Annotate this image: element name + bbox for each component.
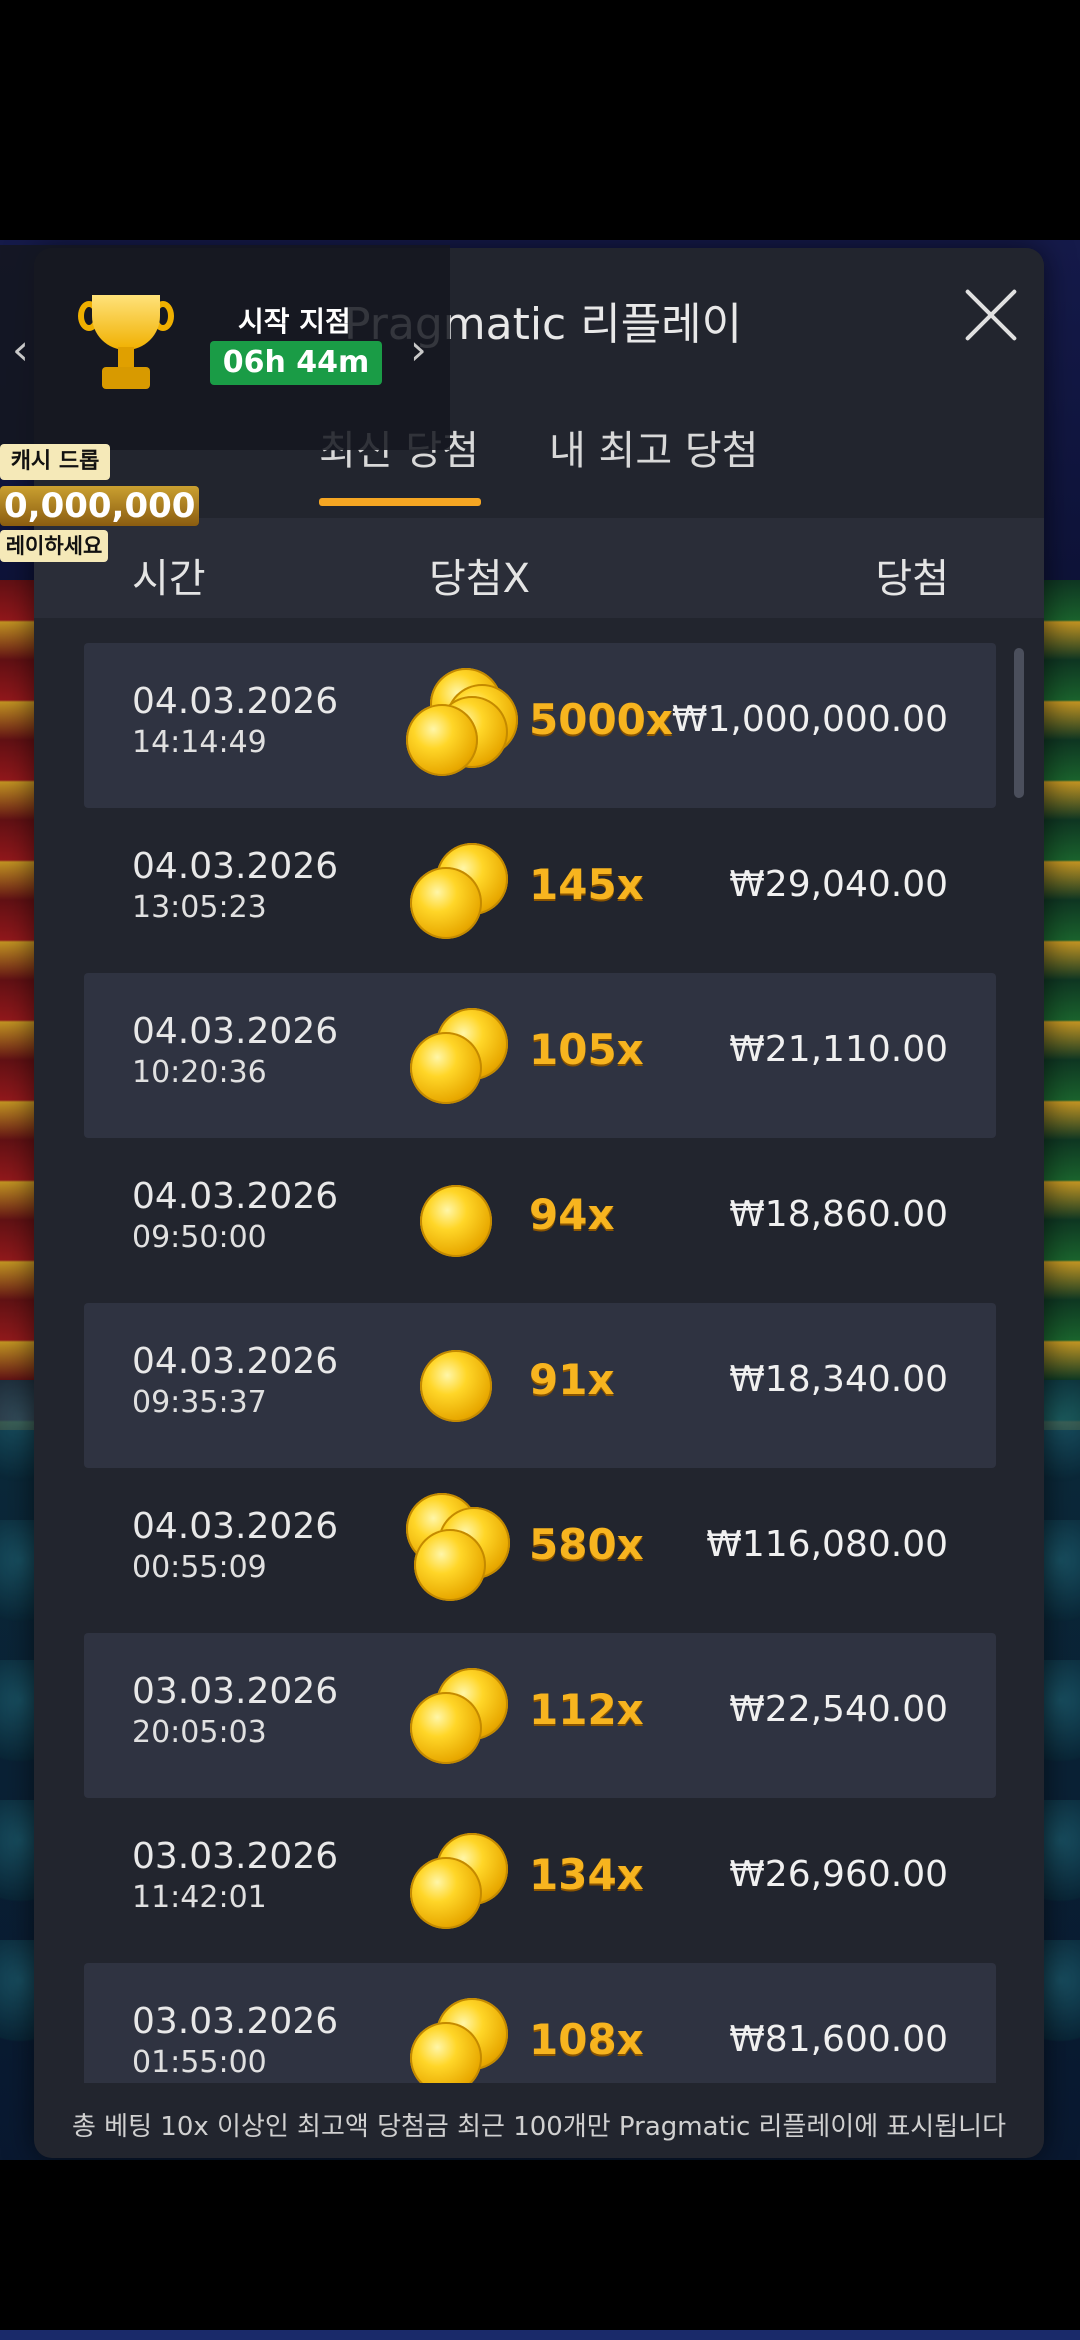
win-time: 11:42:01 xyxy=(132,1880,267,1915)
coin-stack-icon xyxy=(406,1823,516,1938)
win-multiplier: 91x xyxy=(529,1355,615,1404)
win-time: 20:05:03 xyxy=(132,1715,267,1750)
win-row: 04.03.2026 14:14:49 5000x ₩1,000,000.00 xyxy=(84,643,996,808)
win-multiplier: 105x xyxy=(529,1025,644,1074)
win-amount: ₩22,540.00 xyxy=(729,1689,948,1730)
trophy-icon xyxy=(78,295,174,395)
right-pillar-decoration xyxy=(1040,580,1080,1430)
win-date: 04.03.2026 xyxy=(132,1176,339,1217)
win-time: 14:14:49 xyxy=(132,725,267,760)
bottom-bar xyxy=(0,2330,1080,2340)
win-list[interactable]: 04.03.2026 14:14:49 5000x ₩1,000,000.00 04.0… xyxy=(34,643,1044,2083)
win-date: 04.03.2026 xyxy=(132,1011,339,1052)
win-multiplier: 580x xyxy=(529,1520,644,1569)
win-multiplier: 94x xyxy=(529,1190,615,1239)
win-multiplier: 5000x xyxy=(529,695,673,744)
column-header-time: 시간 xyxy=(132,556,206,602)
coin-stack-icon xyxy=(406,1328,516,1443)
close-icon[interactable] xyxy=(960,284,1022,346)
win-row: 03.03.2026 11:42:01 134x ₩26,960.00 xyxy=(84,1798,996,1963)
win-amount: ₩26,960.00 xyxy=(729,1854,948,1895)
promotion-start-label: 시작 지점 xyxy=(238,305,351,338)
win-date: 04.03.2026 xyxy=(132,846,339,887)
win-row: 04.03.2026 00:55:09 580x ₩116,080.00 xyxy=(84,1468,996,1633)
coin-stack-icon xyxy=(406,668,518,783)
coin-stack-icon xyxy=(406,1658,516,1773)
coin-stack-icon xyxy=(406,1988,516,2083)
replay-modal: Pragmatic 리플레이 최신 당첨 내 최고 당첨 시간 당첨X 당첨 0… xyxy=(34,248,1044,2158)
win-row: 03.03.2026 01:55:00 108x ₩81,600.00 xyxy=(84,1963,996,2083)
cash-drop-badge[interactable]: 캐시 드롭 0,000,000 레이하세요 xyxy=(0,440,200,565)
coin-stack-icon xyxy=(406,1163,516,1278)
promotion-banner[interactable]: ‹ 시작 지점 06h 44m › xyxy=(0,245,450,450)
win-time: 00:55:09 xyxy=(132,1550,267,1585)
chevron-left-icon[interactable]: ‹ xyxy=(12,325,29,374)
win-date: 04.03.2026 xyxy=(132,1341,339,1382)
win-row: 04.03.2026 13:05:23 145x ₩29,040.00 xyxy=(84,808,996,973)
win-multiplier: 108x xyxy=(529,2015,644,2064)
column-header-win: 당첨 xyxy=(875,556,949,602)
win-amount: ₩18,340.00 xyxy=(729,1359,948,1400)
table-header: 시간 당첨X 당첨 xyxy=(34,518,1044,618)
win-date: 03.03.2026 xyxy=(132,2001,339,2042)
tab-my-best-wins[interactable]: 내 최고 당첨 xyxy=(549,418,758,476)
win-amount: ₩81,600.00 xyxy=(729,2019,948,2060)
coin-stack-icon xyxy=(406,833,516,948)
win-amount: ₩29,040.00 xyxy=(729,864,948,905)
chevron-right-icon[interactable]: › xyxy=(410,325,427,374)
promotion-timer: 06h 44m xyxy=(210,341,382,385)
win-date: 03.03.2026 xyxy=(132,1671,339,1712)
cash-drop-title: 캐시 드롭 xyxy=(0,444,110,480)
cash-drop-play-label: 레이하세요 xyxy=(0,530,108,562)
coin-stack-icon xyxy=(406,1493,516,1608)
scrollbar[interactable] xyxy=(1014,648,1024,798)
win-multiplier: 145x xyxy=(529,860,644,909)
column-header-multiplier: 당첨X xyxy=(429,556,531,602)
win-amount: ₩18,860.00 xyxy=(729,1194,948,1235)
cash-drop-amount: 0,000,000 xyxy=(0,486,200,526)
win-amount: ₩21,110.00 xyxy=(729,1029,948,1070)
win-time: 09:50:00 xyxy=(132,1220,267,1255)
win-date: 04.03.2026 xyxy=(132,1506,339,1547)
win-row: 03.03.2026 20:05:03 112x ₩22,540.00 xyxy=(84,1633,996,1798)
active-tab-indicator xyxy=(319,498,481,506)
win-row: 04.03.2026 09:35:37 91x ₩18,340.00 xyxy=(84,1303,996,1468)
footer-note: 총 베팅 10x 이상인 최고액 당첨금 최근 100개만 Pragmatic … xyxy=(72,2112,1006,2142)
win-date: 03.03.2026 xyxy=(132,1836,339,1877)
win-row: 04.03.2026 09:50:00 94x ₩18,860.00 xyxy=(84,1138,996,1303)
win-time: 09:35:37 xyxy=(132,1385,267,1420)
win-multiplier: 134x xyxy=(529,1850,644,1899)
win-row: 04.03.2026 10:20:36 105x ₩21,110.00 xyxy=(84,973,996,1138)
win-date: 04.03.2026 xyxy=(132,681,339,722)
win-amount: ₩116,080.00 xyxy=(706,1524,948,1565)
win-multiplier: 112x xyxy=(529,1685,644,1734)
win-amount: ₩1,000,000.00 xyxy=(671,699,948,740)
coin-stack-icon xyxy=(406,998,516,1113)
win-time: 13:05:23 xyxy=(132,890,267,925)
win-time: 10:20:36 xyxy=(132,1055,267,1090)
win-time: 01:55:00 xyxy=(132,2045,267,2080)
